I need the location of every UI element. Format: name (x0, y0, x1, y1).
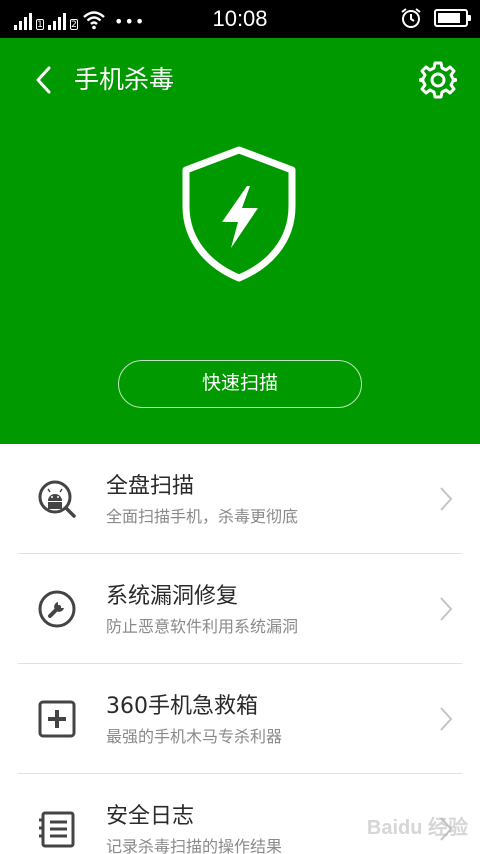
gear-icon (419, 61, 457, 99)
list-item-subtitle: 最强的手机木马专杀利器 (106, 727, 283, 746)
page-title: 手机杀毒 (74, 65, 175, 94)
chevron-left-icon (36, 66, 51, 94)
first-aid-icon (36, 698, 78, 740)
alarm-icon (401, 8, 421, 28)
android-search-icon (36, 478, 78, 520)
list-item-full-scan[interactable]: 全盘扫描 全面扫描手机，杀毒更彻底 (0, 444, 480, 554)
list-item-subtitle: 全面扫描手机，杀毒更彻底 (106, 507, 299, 526)
list-item-first-aid[interactable]: 360手机急救箱 最强的手机木马专杀利器 (0, 664, 480, 774)
quick-scan-button[interactable]: 快速扫描 (118, 360, 362, 408)
back-button[interactable] (26, 62, 60, 98)
chevron-right-icon (436, 594, 456, 624)
settings-button[interactable] (418, 60, 458, 100)
battery-icon (434, 9, 471, 27)
status-bar: 1 2 ••• 10:08 (0, 0, 480, 38)
wrench-icon (36, 588, 78, 630)
list-item-subtitle: 防止恶意软件利用系统漏洞 (106, 617, 299, 636)
log-list-icon (36, 808, 78, 850)
chevron-right-icon (436, 704, 456, 734)
list-item-title: 360手机急救箱 (106, 694, 258, 719)
list-item-title: 全盘扫描 (106, 474, 195, 499)
list-item-title: 系统漏洞修复 (106, 584, 239, 609)
watermark: Baidu 经验 (366, 817, 468, 839)
battery-fill (438, 13, 461, 23)
chevron-right-icon (436, 484, 456, 514)
shield-lightning-icon (182, 146, 296, 282)
list-item-title: 安全日志 (106, 804, 195, 829)
list-item-vulnerability-fix[interactable]: 系统漏洞修复 防止恶意软件利用系统漏洞 (0, 554, 480, 664)
header: 手机杀毒 快速扫描 (0, 38, 480, 444)
status-right (400, 7, 471, 29)
list-item-subtitle: 记录杀毒扫描的操作结果 (106, 837, 283, 854)
feature-list: 全盘扫描 全面扫描手机，杀毒更彻底 系统漏洞修复 防止恶意软件利用系统漏洞 36… (0, 444, 480, 854)
